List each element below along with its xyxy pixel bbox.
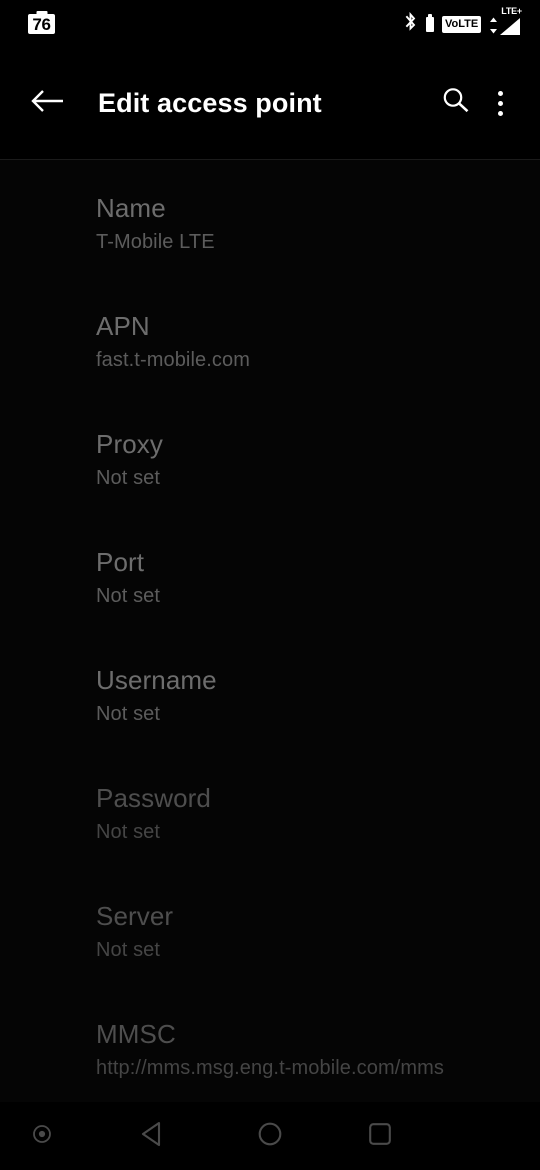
assistant-circle-icon xyxy=(31,1123,53,1150)
pref-title: MMSC xyxy=(96,1019,176,1049)
volte-badge: VoLTE xyxy=(442,15,482,33)
bluetooth-icon xyxy=(403,11,418,37)
pref-title: APN xyxy=(96,311,150,341)
signal-group: LTE+ xyxy=(489,7,522,41)
pref-summary: Not set xyxy=(96,584,161,607)
network-signal: LTE+ xyxy=(499,7,522,41)
pref-row-username[interactable]: Username Not set xyxy=(0,652,540,770)
pref-title: Password xyxy=(96,783,211,813)
assistant-button[interactable] xyxy=(22,1116,62,1156)
nav-home-button[interactable] xyxy=(246,1112,294,1160)
pref-title: Server xyxy=(96,901,174,931)
more-vertical-icon xyxy=(497,91,503,116)
pref-title: Username xyxy=(96,665,217,695)
pref-summary: http://mms.msg.eng.t-mobile.com/mms xyxy=(96,1056,445,1079)
pref-summary: fast.t-mobile.com xyxy=(96,348,250,371)
search-button[interactable] xyxy=(434,82,478,126)
status-bar-left: 76 xyxy=(28,14,55,34)
pref-row-apn[interactable]: APN fast.t-mobile.com xyxy=(0,298,540,416)
data-transfer-arrows-icon xyxy=(489,17,498,39)
nav-back-button[interactable] xyxy=(128,1112,176,1160)
network-type-label: LTE+ xyxy=(501,6,522,16)
navigation-bar xyxy=(0,1102,540,1170)
pref-row-mmsc[interactable]: MMSC http://mms.msg.eng.t-mobile.com/mms xyxy=(0,1006,540,1102)
signal-bars-icon xyxy=(499,17,521,41)
page-title: Edit access point xyxy=(98,88,322,118)
nav-recents-button[interactable] xyxy=(356,1112,404,1160)
overflow-menu-button[interactable] xyxy=(478,82,522,126)
phone-screen: 76 VoLTE LTE+ Edit access point Name T-M… xyxy=(0,0,540,1170)
pref-summary: Not set xyxy=(96,466,161,489)
app-bar: Edit access point xyxy=(0,48,540,160)
circle-home-icon xyxy=(257,1121,283,1152)
pref-title: Name xyxy=(96,193,166,223)
arrow-left-icon xyxy=(30,88,64,119)
pref-row-name[interactable]: Name T-Mobile LTE xyxy=(0,180,540,298)
pref-title: Port xyxy=(96,547,145,577)
battery-small-icon xyxy=(426,16,434,32)
pref-title: Proxy xyxy=(96,429,163,459)
pref-row-proxy[interactable]: Proxy Not set xyxy=(0,416,540,534)
pref-row-port[interactable]: Port Not set xyxy=(0,534,540,652)
square-recents-icon xyxy=(368,1122,392,1151)
pref-summary: Not set xyxy=(96,938,161,961)
pref-summary: Not set xyxy=(96,820,161,843)
pref-summary: Not set xyxy=(96,702,161,725)
status-bar: 76 VoLTE LTE+ xyxy=(0,0,540,48)
search-icon xyxy=(440,85,472,122)
pref-summary: T-Mobile LTE xyxy=(96,230,215,253)
preference-list: Name T-Mobile LTE APN fast.t-mobile.com … xyxy=(0,160,540,1102)
battery-percent-badge: 76 xyxy=(28,14,55,34)
triangle-back-icon xyxy=(139,1120,165,1153)
back-button[interactable] xyxy=(26,83,68,125)
pref-row-server[interactable]: Server Not set xyxy=(0,888,540,1006)
pref-row-password[interactable]: Password Not set xyxy=(0,770,540,888)
status-bar-right: VoLTE LTE+ xyxy=(403,7,522,41)
